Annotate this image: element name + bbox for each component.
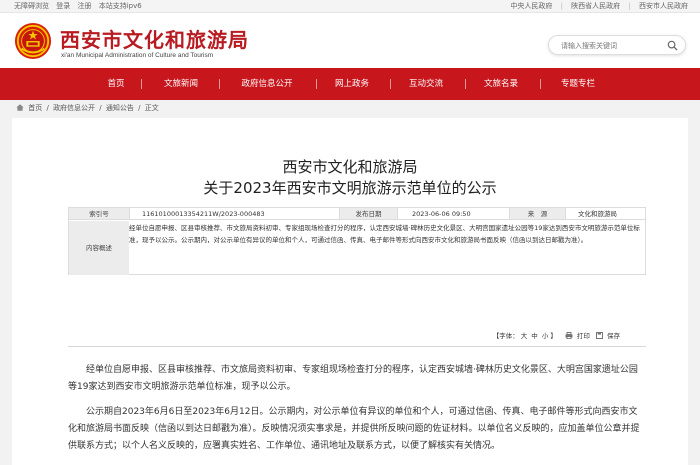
nav-item-interaction[interactable]: 互动交流	[398, 68, 454, 100]
document-title-line1: 西安市文化和旅游局	[282, 158, 418, 176]
accessibility-link[interactable]: 无障碍浏览	[14, 2, 49, 10]
nav-item-directory[interactable]: 文旅名录	[473, 68, 529, 100]
nav-item-e-gov[interactable]: 网上政务	[324, 68, 380, 100]
toolbar-divider	[68, 346, 646, 347]
summary-value: 经单位自愿申报、区县审核推荐、市文旅局资料初审、专家组现场检查打分的程序，认定西…	[129, 224, 640, 244]
body-paragraph: 公示期自2023年6月6日至2023年6月12日。公示期内，对公示单位有异议的单…	[68, 407, 640, 451]
xian-gov-link[interactable]: 西安市人民政府	[639, 2, 688, 10]
ipv6-label: 本站支持ipv6	[98, 2, 142, 10]
print-icon[interactable]	[565, 332, 573, 339]
nav-item-home[interactable]: 首页	[96, 68, 136, 100]
topbar-divider: |	[628, 2, 631, 10]
font-size-label: 【字体：	[492, 332, 519, 340]
nav-divider	[390, 79, 391, 89]
nav-divider	[316, 79, 317, 89]
nav-divider	[540, 79, 541, 89]
site-title[interactable]: 西安市文化和旅游局	[60, 24, 249, 53]
nav-divider	[141, 79, 142, 89]
font-size-close: 】	[550, 332, 557, 340]
breadcrumb-notices[interactable]: 通知公告	[106, 104, 134, 112]
search-icon[interactable]	[667, 40, 678, 51]
breadcrumb-separator: /	[46, 104, 49, 112]
nav-item-special[interactable]: 专题专栏	[550, 68, 606, 100]
save-icon[interactable]	[596, 332, 603, 339]
breadcrumb-separator: /	[138, 104, 141, 112]
save-button[interactable]: 保存	[607, 332, 620, 340]
index-label: 索引号	[69, 208, 129, 220]
search-input[interactable]	[561, 39, 661, 52]
site-header: 西安市文化和旅游局 xi'an Municipal Administration…	[0, 13, 700, 68]
source-label: 来 源	[509, 208, 565, 220]
font-small-button[interactable]: 小	[542, 332, 549, 340]
font-large-button[interactable]: 大	[521, 332, 528, 340]
login-link[interactable]: 登录	[56, 2, 70, 10]
article-panel: 西安市文化和旅游局 关于2023年西安市文明旅游示范单位的公示 索引号 1161…	[12, 118, 688, 465]
nav-divider	[219, 79, 220, 89]
nav-divider	[465, 79, 466, 89]
document-title-line2: 关于2023年西安市文明旅游示范单位的公示	[203, 179, 497, 197]
breadcrumb-gov-info[interactable]: 政府信息公开	[53, 104, 95, 112]
topbar-right: 中央人民政府 | 陕西省人民政府 | 西安市人民政府	[504, 0, 688, 12]
print-button[interactable]: 打印	[577, 332, 590, 340]
topbar-left: 无障碍浏览 登录 注册 本站支持ipv6	[14, 0, 147, 12]
font-size-toolbar: 【字体：大 中 小】 打印 保存	[12, 330, 688, 342]
shaanxi-gov-link[interactable]: 陕西省人民政府	[571, 2, 620, 10]
document-info-table: 索引号 11610100013354211W/2023-000483 发布日期 …	[68, 207, 646, 275]
national-emblem-icon[interactable]	[14, 22, 52, 60]
breadcrumb-home[interactable]: 首页	[28, 104, 42, 112]
toolbar-tools: 【字体：大 中 小】 打印 保存	[491, 330, 620, 340]
topbar-divider: |	[560, 2, 563, 10]
search-box	[548, 35, 686, 55]
font-medium-button[interactable]: 中	[531, 332, 538, 340]
central-gov-link[interactable]: 中央人民政府	[510, 2, 552, 10]
publish-date-label: 发布日期	[339, 208, 397, 220]
summary-label: 内容概述	[69, 221, 129, 275]
home-icon	[16, 104, 24, 111]
breadcrumb-separator: /	[99, 104, 102, 112]
register-link[interactable]: 注册	[77, 2, 91, 10]
body-paragraph: 经单位自愿申报、区县审核推荐、市文旅局资料初审、专家组现场检查打分的程序，认定西…	[68, 365, 638, 392]
nav-item-gov-info[interactable]: 政府信息公开	[228, 68, 306, 100]
publish-date-value: 2023-06-06 09:50	[397, 208, 509, 220]
index-value: 11610100013354211W/2023-000483	[129, 208, 339, 220]
site-subtitle: xi'an Municipal Administration of Cultur…	[61, 52, 214, 59]
source-value: 文化和旅游局	[565, 208, 645, 220]
nav-item-news[interactable]: 文旅新闻	[152, 68, 210, 100]
breadcrumb: 首页 / 政府信息公开 / 通知公告 / 正文	[16, 103, 161, 113]
top-utility-bar: 无障碍浏览 登录 注册 本站支持ipv6 中央人民政府 | 陕西省人民政府 | …	[0, 0, 700, 13]
breadcrumb-current: 正文	[144, 104, 159, 112]
main-nav: 首页 文旅新闻 政府信息公开 网上政务 互动交流 文旅名录 专题专栏	[0, 68, 700, 100]
